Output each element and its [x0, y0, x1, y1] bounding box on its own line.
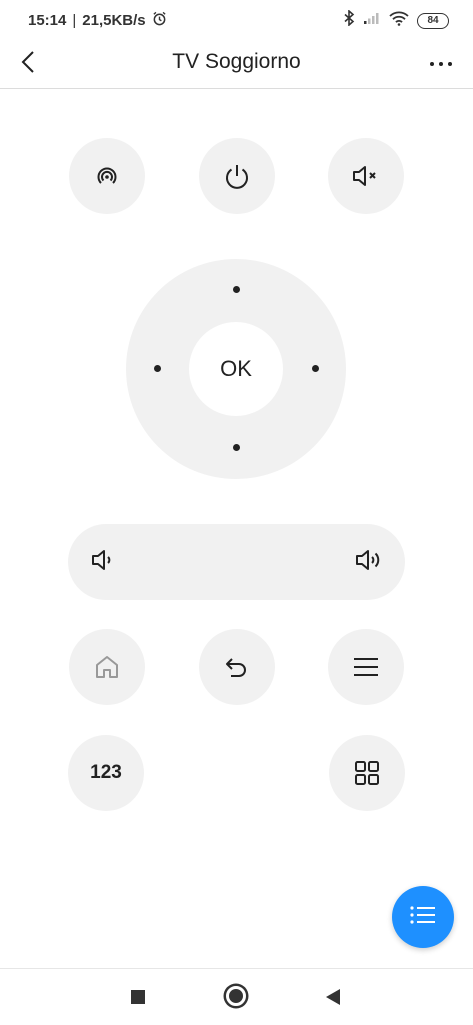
source-button[interactable] [69, 138, 145, 214]
ok-label: OK [220, 356, 252, 381]
numbers-label: 123 [90, 762, 122, 783]
bluetooth-icon [343, 9, 355, 31]
system-nav-bar [0, 968, 473, 1025]
home-icon [93, 653, 121, 681]
home-button[interactable] [69, 629, 145, 705]
power-button[interactable] [199, 138, 275, 214]
more-dot [430, 62, 434, 66]
battery-icon: 84 [417, 12, 449, 29]
volume-down-button[interactable] [86, 544, 122, 580]
ok-button[interactable]: OK [189, 322, 283, 416]
app-header: TV Soggiorno [0, 40, 473, 89]
return-icon [223, 653, 251, 681]
dpad: OK [126, 259, 346, 479]
volume-down-icon [90, 548, 118, 577]
numbers-button[interactable]: 123 [68, 735, 144, 811]
signal-icon [363, 11, 381, 30]
return-button[interactable] [199, 629, 275, 705]
page-title: TV Soggiorno [172, 50, 301, 73]
volume-up-button[interactable] [351, 544, 387, 580]
nav-home-button[interactable] [226, 986, 246, 1006]
list-icon [409, 904, 437, 931]
dpad-right-button[interactable] [312, 365, 319, 372]
status-separator: | [72, 12, 77, 29]
alarm-icon [152, 11, 167, 30]
list-fab-button[interactable] [392, 886, 454, 948]
status-left: 15:14 | 21,5KB/s [28, 11, 167, 30]
apps-button[interactable] [329, 735, 405, 811]
nav-back-button[interactable] [326, 989, 340, 1005]
network-speed: 21,5KB/s [82, 12, 146, 29]
source-icon [93, 162, 121, 190]
more-options-button[interactable] [421, 46, 461, 82]
power-icon [222, 161, 252, 191]
status-right: 84 [343, 9, 449, 31]
menu-button[interactable] [328, 629, 404, 705]
wifi-icon [389, 11, 409, 31]
apps-grid-icon [353, 759, 381, 787]
nav-recents-button[interactable] [131, 990, 145, 1004]
status-time: 15:14 [28, 12, 67, 29]
more-dot [448, 62, 452, 66]
volume-control [68, 524, 405, 600]
dpad-down-button[interactable] [233, 444, 240, 451]
volume-up-icon [354, 548, 384, 577]
dpad-up-button[interactable] [233, 286, 240, 293]
battery-level: 84 [427, 15, 439, 26]
mute-button[interactable] [328, 138, 404, 214]
dpad-left-button[interactable] [154, 365, 161, 372]
status-bar: 15:14 | 21,5KB/s 84 [0, 0, 473, 40]
mute-icon [351, 163, 381, 189]
more-dot [439, 62, 443, 66]
menu-icon [352, 655, 380, 679]
